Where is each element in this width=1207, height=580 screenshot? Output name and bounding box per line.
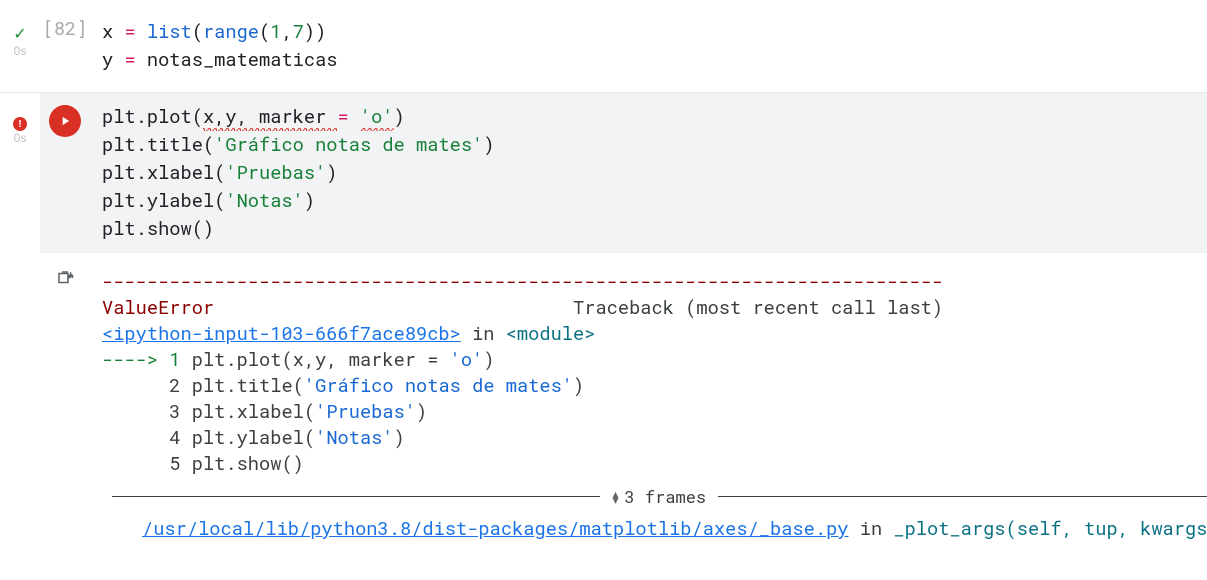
play-icon bbox=[58, 114, 72, 128]
cell-2-runtime: 0s bbox=[14, 131, 27, 145]
output-popup-icon[interactable] bbox=[56, 269, 74, 477]
cell-2-body: plt.plot(x,y, marker = 'o') plt.title('G… bbox=[40, 93, 1207, 253]
frames-line-right bbox=[718, 496, 1206, 497]
check-icon: ✓ bbox=[13, 24, 26, 44]
cell-1-runtime: 0s bbox=[14, 44, 27, 58]
frames-divider: ▴▾ 3 frames bbox=[40, 477, 1207, 516]
traceback-bottom[interactable]: /usr/local/lib/python3.8/dist-packages/m… bbox=[40, 516, 1207, 542]
cell-1-gutter: ✓ 0s bbox=[0, 0, 40, 92]
output-area: ----------------------------------------… bbox=[40, 253, 1207, 477]
cell-2-gutter: ! 0s bbox=[0, 93, 40, 253]
unfold-icon: ▴▾ bbox=[612, 491, 618, 503]
cell-2-code[interactable]: plt.plot(x,y, marker = 'o') plt.title('G… bbox=[102, 103, 1195, 243]
cell-1-exec-count: [82] bbox=[43, 16, 88, 41]
run-button[interactable] bbox=[49, 105, 81, 137]
frames-line-left bbox=[112, 496, 600, 497]
cell-1-body: [82] x = list(range(1,7)) y = notas_mate… bbox=[40, 0, 1207, 92]
cell-1-run-col: [82] bbox=[40, 8, 90, 84]
output-container: ----------------------------------------… bbox=[0, 253, 1207, 542]
output-gutter-blank bbox=[0, 253, 40, 542]
frames-expand[interactable]: ▴▾ 3 frames bbox=[600, 485, 718, 508]
cell-2-code-area[interactable]: plt.plot(x,y, marker = 'o') plt.title('G… bbox=[90, 93, 1207, 253]
output-content: ----------------------------------------… bbox=[90, 259, 1207, 477]
frames-label: 3 frames bbox=[625, 485, 707, 508]
cell-1-code[interactable]: x = list(range(1,7)) y = notas_matematic… bbox=[102, 18, 1195, 74]
error-badge-icon: ! bbox=[13, 117, 27, 131]
cell-1: ✓ 0s [82] x = list(range(1,7)) y = notas… bbox=[0, 0, 1207, 92]
cell-2-run-col bbox=[40, 93, 90, 253]
cell-2: ! 0s plt.plot(x,y, marker = 'o') plt.tit… bbox=[0, 92, 1207, 253]
cell-1-code-area[interactable]: x = list(range(1,7)) y = notas_matematic… bbox=[90, 8, 1207, 84]
cell-2-code-bg: plt.plot(x,y, marker = 'o') plt.title('G… bbox=[40, 93, 1207, 253]
output-body: ----------------------------------------… bbox=[40, 253, 1207, 542]
traceback-text[interactable]: ----------------------------------------… bbox=[102, 269, 1207, 477]
output-icon-col bbox=[40, 259, 90, 477]
